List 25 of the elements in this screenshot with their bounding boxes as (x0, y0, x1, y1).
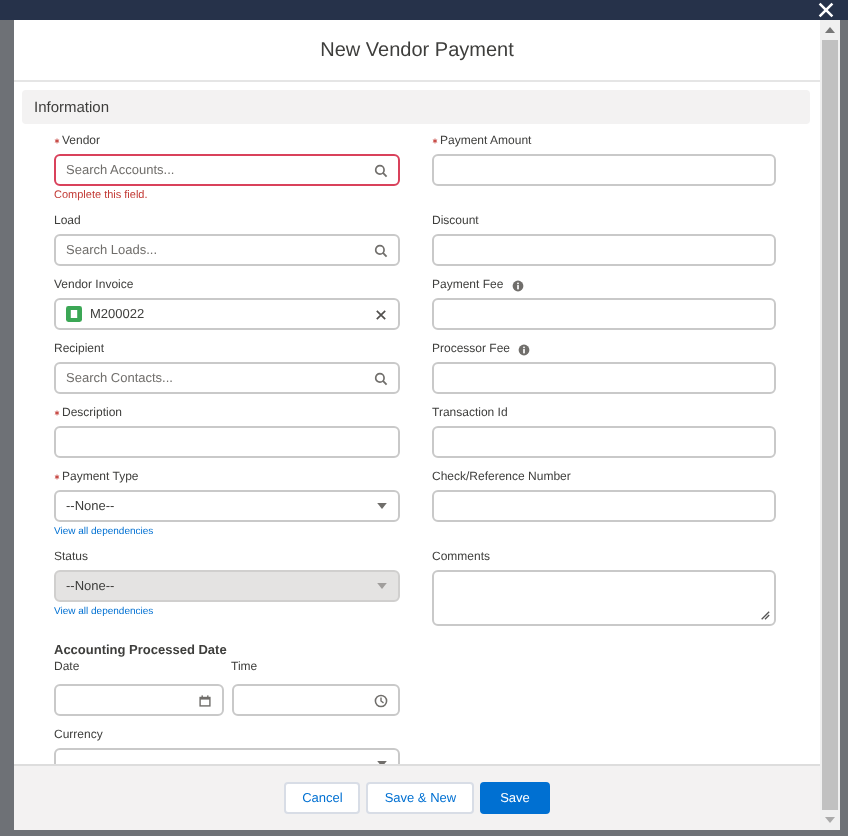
resize-grip-icon[interactable] (760, 610, 770, 620)
info-icon[interactable] (518, 343, 531, 355)
time-field[interactable] (231, 684, 400, 716)
text-field[interactable] (432, 154, 776, 186)
search-icon (374, 371, 388, 385)
text-field[interactable] (432, 490, 776, 522)
text-field[interactable] (432, 362, 776, 394)
record-icon (66, 306, 82, 322)
scrollbar[interactable] (820, 20, 840, 830)
clear-icon[interactable] (374, 307, 388, 321)
date-field[interactable] (54, 684, 223, 716)
text-field[interactable] (432, 298, 776, 330)
clock-icon (374, 693, 388, 707)
text-field[interactable] (432, 234, 776, 266)
scroll-up-icon[interactable] (824, 26, 836, 34)
search-icon (374, 163, 388, 177)
text-field[interactable] (54, 426, 400, 458)
info-icon[interactable] (511, 279, 524, 291)
calendar-icon (197, 693, 211, 707)
scroll-down-icon[interactable] (824, 816, 836, 824)
modal-title: New Vendor Payment (320, 39, 514, 61)
search-icon (374, 243, 388, 257)
scrollbar-thumb[interactable] (822, 40, 838, 810)
text-field[interactable] (432, 426, 776, 458)
close-icon[interactable] (818, 2, 834, 18)
